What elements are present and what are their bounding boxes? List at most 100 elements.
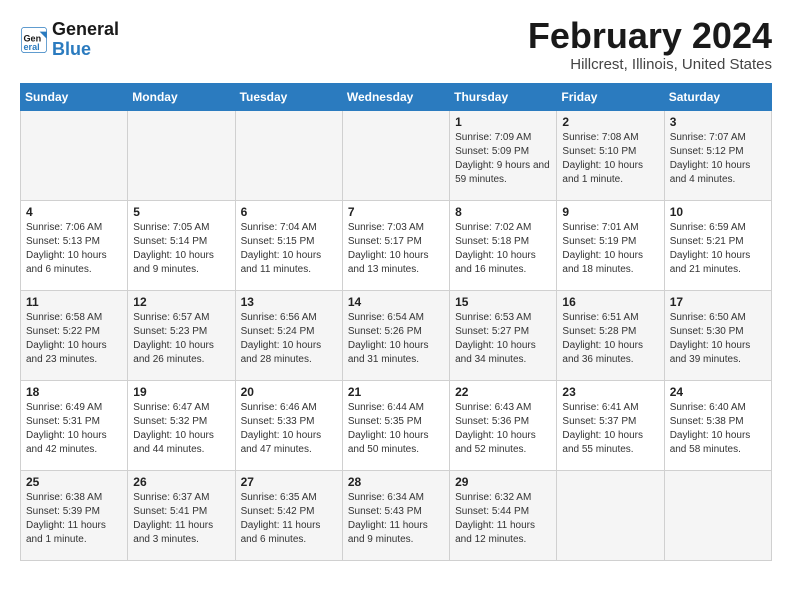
day-number: 21 xyxy=(348,385,444,399)
calendar-table: SundayMondayTuesdayWednesdayThursdayFrid… xyxy=(20,83,772,561)
day-number: 26 xyxy=(133,475,229,489)
calendar-cell: 22 Sunrise: 6:43 AMSunset: 5:36 PMDayligh… xyxy=(450,380,557,470)
calendar-cell: 4 Sunrise: 7:06 AMSunset: 5:13 PMDaylight… xyxy=(21,200,128,290)
calendar-cell xyxy=(557,470,664,560)
day-number: 8 xyxy=(455,205,551,219)
calendar-cell xyxy=(342,110,449,200)
title-area: February 2024 Hillcrest, Illinois, Unite… xyxy=(528,16,772,73)
calendar-cell: 2 Sunrise: 7:08 AMSunset: 5:10 PMDaylight… xyxy=(557,110,664,200)
day-number: 2 xyxy=(562,115,658,129)
calendar-cell: 15Sunrise: 6:53 AMSunset: 5:27 PMDayligh… xyxy=(450,290,557,380)
day-info: Sunrise: 6:34 AMSunset: 5:43 PMDaylight:… xyxy=(348,491,444,547)
calendar-cell: 25 Sunrise: 6:38 AMSunset: 5:39 PMDayligh… xyxy=(21,470,128,560)
calendar-body: 1Sunrise: 7:09 AMSunset: 5:09 PMDaylight… xyxy=(21,110,772,560)
day-number: 3 xyxy=(670,115,766,129)
day-number: 12 xyxy=(133,295,229,309)
calendar-cell: 17Sunrise: 6:50 AMSunset: 5:30 PMDayligh… xyxy=(664,290,771,380)
calendar-cell: 14Sunrise: 6:54 AMSunset: 5:26 PMDayligh… xyxy=(342,290,449,380)
column-header-wednesday: Wednesday xyxy=(342,83,449,110)
column-header-saturday: Saturday xyxy=(664,83,771,110)
calendar-cell: 7 Sunrise: 7:03 AMSunset: 5:17 PMDaylight… xyxy=(342,200,449,290)
day-info: Sunrise: 6:38 AMSunset: 5:39 PMDaylight:… xyxy=(26,491,122,547)
day-info: Sunrise: 6:57 AMSunset: 5:23 PMDaylight:… xyxy=(133,311,229,367)
day-number: 14 xyxy=(348,295,444,309)
calendar-cell: 23 Sunrise: 6:41 AMSunset: 5:37 PMDayligh… xyxy=(557,380,664,470)
day-info: Sunrise: 7:05 AMSunset: 5:14 PMDaylight:… xyxy=(133,221,229,277)
day-info: Sunrise: 6:46 AMSunset: 5:33 PMDaylight:… xyxy=(241,401,337,457)
day-info: Sunrise: 6:40 AMSunset: 5:38 PMDaylight:… xyxy=(670,401,766,457)
calendar-cell xyxy=(235,110,342,200)
calendar-cell: 18 Sunrise: 6:49 AMSunset: 5:31 PMDayligh… xyxy=(21,380,128,470)
day-number: 29 xyxy=(455,475,551,489)
calendar-cell: 28 Sunrise: 6:34 AMSunset: 5:43 PMDayligh… xyxy=(342,470,449,560)
calendar-cell: 1Sunrise: 7:09 AMSunset: 5:09 PMDaylight… xyxy=(450,110,557,200)
day-number: 9 xyxy=(562,205,658,219)
calendar-cell: 19Sunrise: 6:47 AMSunset: 5:32 PMDayligh… xyxy=(128,380,235,470)
week-row: 18 Sunrise: 6:49 AMSunset: 5:31 PMDayligh… xyxy=(21,380,772,470)
calendar-cell: 9 Sunrise: 7:01 AMSunset: 5:19 PMDaylight… xyxy=(557,200,664,290)
week-row: 4 Sunrise: 7:06 AMSunset: 5:13 PMDaylight… xyxy=(21,200,772,290)
week-row: 25 Sunrise: 6:38 AMSunset: 5:39 PMDayligh… xyxy=(21,470,772,560)
day-info: Sunrise: 6:49 AMSunset: 5:31 PMDaylight:… xyxy=(26,401,122,457)
page-header: Gen eral General Blue February 2024 Hill… xyxy=(20,16,772,73)
column-header-monday: Monday xyxy=(128,83,235,110)
calendar-cell: 5 Sunrise: 7:05 AMSunset: 5:14 PMDaylight… xyxy=(128,200,235,290)
day-number: 23 xyxy=(562,385,658,399)
calendar-cell: 8 Sunrise: 7:02 AMSunset: 5:18 PMDaylight… xyxy=(450,200,557,290)
day-info: Sunrise: 6:43 AMSunset: 5:36 PMDaylight:… xyxy=(455,401,551,457)
week-row: 11Sunrise: 6:58 AMSunset: 5:22 PMDayligh… xyxy=(21,290,772,380)
day-info: Sunrise: 7:01 AMSunset: 5:19 PMDaylight:… xyxy=(562,221,658,277)
day-number: 25 xyxy=(26,475,122,489)
calendar-cell: 21Sunrise: 6:44 AMSunset: 5:35 PMDayligh… xyxy=(342,380,449,470)
calendar-cell: 3Sunrise: 7:07 AMSunset: 5:12 PMDaylight… xyxy=(664,110,771,200)
day-number: 6 xyxy=(241,205,337,219)
calendar-cell xyxy=(21,110,128,200)
day-number: 18 xyxy=(26,385,122,399)
calendar-cell: 24Sunrise: 6:40 AMSunset: 5:38 PMDayligh… xyxy=(664,380,771,470)
day-info: Sunrise: 6:59 AMSunset: 5:21 PMDaylight:… xyxy=(670,221,766,277)
day-number: 1 xyxy=(455,115,551,129)
column-header-thursday: Thursday xyxy=(450,83,557,110)
day-info: Sunrise: 7:03 AMSunset: 5:17 PMDaylight:… xyxy=(348,221,444,277)
main-title: February 2024 xyxy=(528,16,772,56)
calendar-cell: 20 Sunrise: 6:46 AMSunset: 5:33 PMDayligh… xyxy=(235,380,342,470)
day-info: Sunrise: 7:08 AMSunset: 5:10 PMDaylight:… xyxy=(562,131,658,187)
day-info: Sunrise: 6:37 AMSunset: 5:41 PMDaylight:… xyxy=(133,491,229,547)
day-number: 10 xyxy=(670,205,766,219)
calendar-cell: 29Sunrise: 6:32 AMSunset: 5:44 PMDayligh… xyxy=(450,470,557,560)
logo-line1: General xyxy=(52,20,119,40)
day-info: Sunrise: 7:02 AMSunset: 5:18 PMDaylight:… xyxy=(455,221,551,277)
svg-text:eral: eral xyxy=(24,42,40,52)
calendar-cell: 27 Sunrise: 6:35 AMSunset: 5:42 PMDayligh… xyxy=(235,470,342,560)
calendar-cell: 11Sunrise: 6:58 AMSunset: 5:22 PMDayligh… xyxy=(21,290,128,380)
calendar-cell: 12 Sunrise: 6:57 AMSunset: 5:23 PMDayligh… xyxy=(128,290,235,380)
day-number: 13 xyxy=(241,295,337,309)
week-row: 1Sunrise: 7:09 AMSunset: 5:09 PMDaylight… xyxy=(21,110,772,200)
logo-line2: Blue xyxy=(52,40,119,60)
day-number: 19 xyxy=(133,385,229,399)
day-number: 20 xyxy=(241,385,337,399)
day-info: Sunrise: 6:56 AMSunset: 5:24 PMDaylight:… xyxy=(241,311,337,367)
subtitle: Hillcrest, Illinois, United States xyxy=(528,56,772,73)
day-info: Sunrise: 7:06 AMSunset: 5:13 PMDaylight:… xyxy=(26,221,122,277)
calendar-cell: 6 Sunrise: 7:04 AMSunset: 5:15 PMDaylight… xyxy=(235,200,342,290)
day-info: Sunrise: 6:41 AMSunset: 5:37 PMDaylight:… xyxy=(562,401,658,457)
logo-icon: Gen eral xyxy=(20,26,48,54)
calendar-cell: 26 Sunrise: 6:37 AMSunset: 5:41 PMDayligh… xyxy=(128,470,235,560)
calendar-cell: 13 Sunrise: 6:56 AMSunset: 5:24 PMDayligh… xyxy=(235,290,342,380)
day-number: 27 xyxy=(241,475,337,489)
column-header-friday: Friday xyxy=(557,83,664,110)
day-number: 7 xyxy=(348,205,444,219)
logo: Gen eral General Blue xyxy=(20,20,119,60)
day-info: Sunrise: 7:04 AMSunset: 5:15 PMDaylight:… xyxy=(241,221,337,277)
day-number: 17 xyxy=(670,295,766,309)
day-info: Sunrise: 6:35 AMSunset: 5:42 PMDaylight:… xyxy=(241,491,337,547)
day-info: Sunrise: 6:58 AMSunset: 5:22 PMDaylight:… xyxy=(26,311,122,367)
column-headers: SundayMondayTuesdayWednesdayThursdayFrid… xyxy=(21,83,772,110)
calendar-cell: 10 Sunrise: 6:59 AMSunset: 5:21 PMDayligh… xyxy=(664,200,771,290)
day-number: 16 xyxy=(562,295,658,309)
day-number: 5 xyxy=(133,205,229,219)
day-number: 22 xyxy=(455,385,551,399)
day-number: 4 xyxy=(26,205,122,219)
day-number: 28 xyxy=(348,475,444,489)
